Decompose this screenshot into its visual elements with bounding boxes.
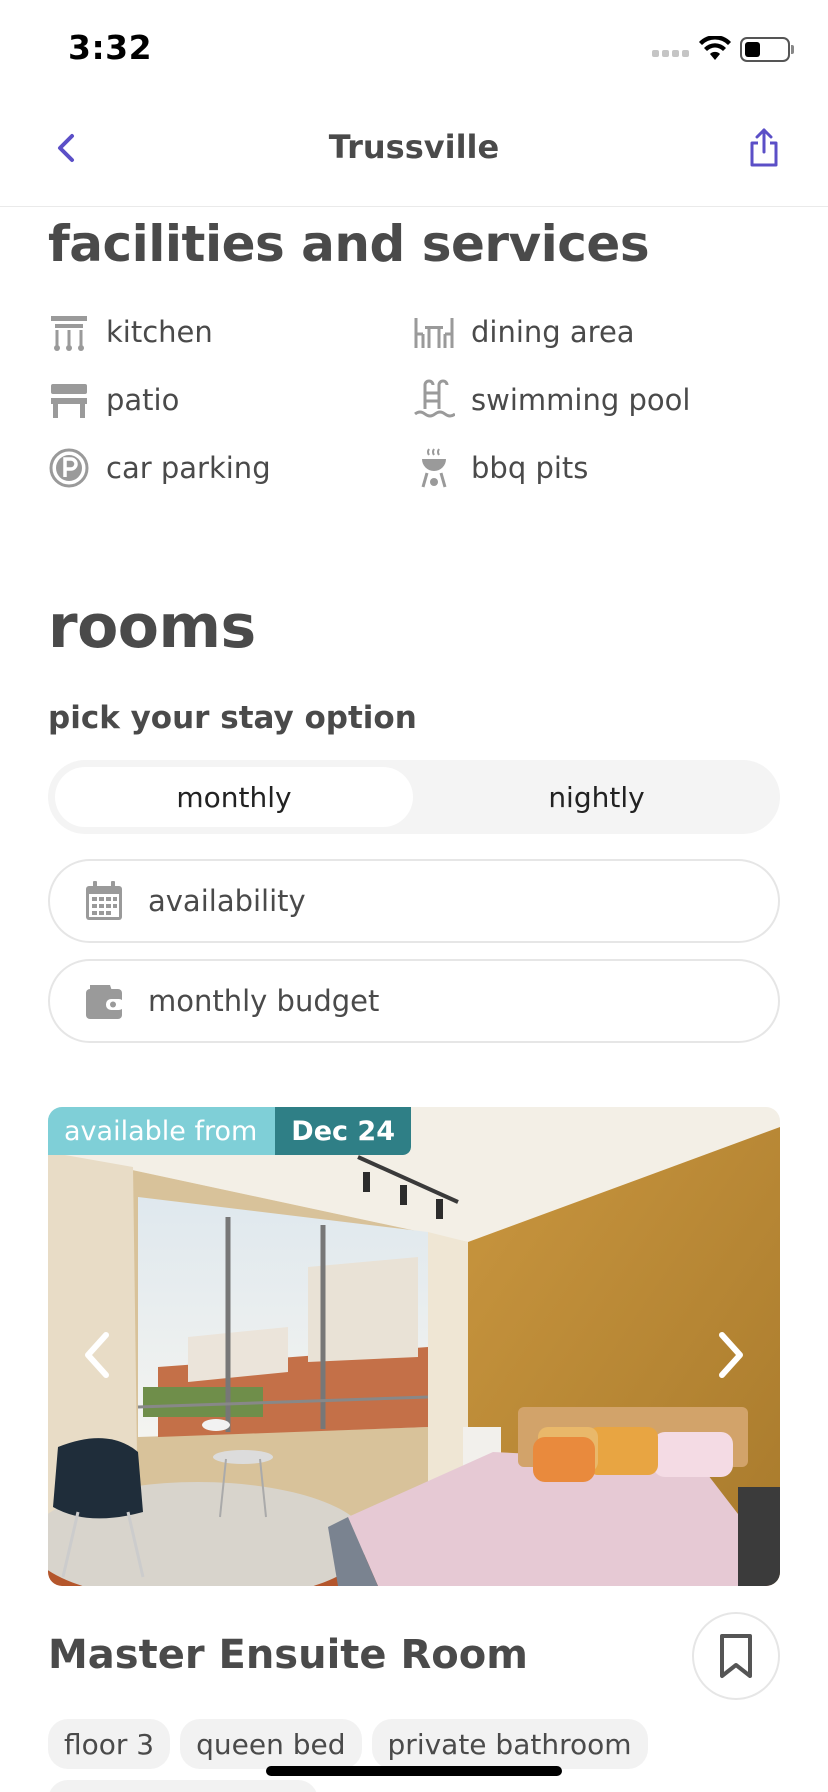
calendar-icon [82, 879, 126, 923]
room-tag: floor 3 [48, 1719, 171, 1769]
room-photo[interactable] [48, 1107, 780, 1586]
share-icon[interactable] [744, 125, 784, 169]
availability-filter-button[interactable]: availability [48, 859, 780, 943]
stay-option-label: pick your stay option [48, 700, 417, 736]
photo-next-arrow-icon[interactable] [706, 1325, 756, 1385]
page-title: Trussville [328, 128, 500, 166]
badge-date: Dec 24 [275, 1107, 411, 1155]
stay-option-toggle: monthly nightly [48, 760, 780, 834]
facility-label: dining area [471, 315, 635, 349]
battery-icon [740, 37, 790, 62]
facility-swimming-pool: swimming pool [413, 376, 690, 424]
facility-patio: patio [48, 376, 179, 424]
stay-option-nightly[interactable]: nightly [420, 767, 773, 827]
facility-dining-area: dining area [413, 308, 635, 356]
bbq-grill-icon [413, 447, 455, 489]
pool-ladder-icon [413, 379, 455, 421]
badge-label: available from [48, 1107, 276, 1155]
room-name[interactable]: Master Ensuite Room [48, 1632, 528, 1678]
budget-filter-label: monthly budget [148, 984, 380, 1018]
rooms-title: rooms [48, 592, 256, 662]
room-tag: private bathroom [371, 1719, 648, 1769]
kitchen-icon [48, 311, 90, 353]
facility-label: swimming pool [471, 383, 691, 417]
room-tag: queen bed [180, 1719, 362, 1769]
facility-kitchen: kitchen [48, 308, 213, 356]
wallet-icon [82, 979, 126, 1023]
status-time: 3:32 [68, 28, 153, 67]
availability-badge: available from Dec 24 [48, 1107, 411, 1155]
facility-label: patio [106, 383, 180, 417]
room-tags: floor 3 queen bed private bathroom [48, 1719, 648, 1769]
wifi-icon [699, 36, 731, 60]
home-indicator[interactable] [266, 1766, 562, 1776]
facility-bbq-pits: bbq pits [413, 444, 588, 492]
room-tag-partial [48, 1780, 318, 1792]
bookmark-icon [720, 1634, 752, 1678]
availability-filter-label: availability [148, 884, 306, 918]
bookmark-button[interactable] [692, 1612, 780, 1700]
navigation-bar: Trussville [0, 100, 828, 207]
facilities-title: facilities and services [48, 215, 650, 273]
dining-icon [413, 311, 455, 353]
stay-option-monthly[interactable]: monthly [55, 767, 413, 827]
facility-label: kitchen [106, 315, 213, 349]
cellular-signal-icon [652, 50, 689, 57]
patio-bench-icon [48, 379, 90, 421]
parking-icon [48, 447, 90, 489]
budget-filter-button[interactable]: monthly budget [48, 959, 780, 1043]
facility-car-parking: car parking [48, 444, 271, 492]
status-bar: 3:32 [0, 0, 828, 100]
facility-label: car parking [106, 451, 271, 485]
facility-label: bbq pits [471, 451, 589, 485]
photo-prev-arrow-icon[interactable] [72, 1325, 122, 1385]
battery-cap [791, 45, 794, 54]
